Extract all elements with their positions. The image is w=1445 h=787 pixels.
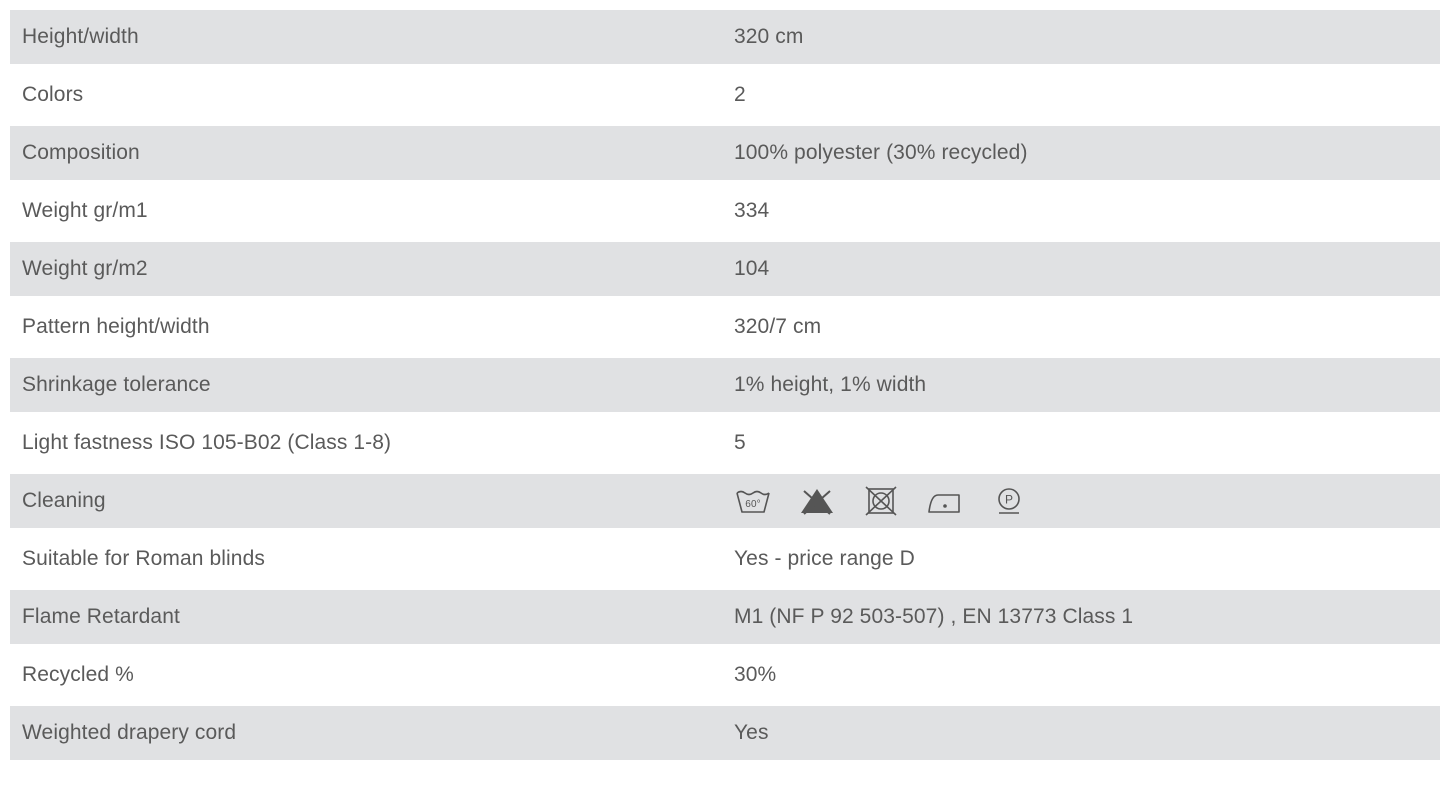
- spec-row-flame-retardant: Flame Retardant M1 (NF P 92 503-507) , E…: [10, 590, 1440, 644]
- dry-clean-letter: P: [1005, 493, 1013, 507]
- no-bleach-icon: [798, 486, 836, 516]
- spec-label: Pattern height/width: [22, 315, 210, 338]
- spec-value: 100% polyester (30% recycled): [734, 141, 1028, 164]
- care-icons: 60° P: [734, 486, 1028, 516]
- iron-low-icon: [926, 486, 964, 516]
- spec-label: Weight gr/m1: [22, 199, 148, 222]
- wash-60-icon: 60°: [734, 486, 772, 516]
- spec-label: Suitable for Roman blinds: [22, 547, 265, 570]
- spec-row-height-width: Height/width 320 cm: [10, 10, 1440, 64]
- spec-value: Yes - price range D: [734, 547, 915, 570]
- spec-label: Weighted drapery cord: [22, 721, 237, 744]
- spec-value: M1 (NF P 92 503-507) , EN 13773 Class 1: [734, 605, 1134, 628]
- wash-temp-label: 60°: [745, 499, 760, 510]
- spec-row-recycled: Recycled % 30%: [10, 648, 1440, 702]
- spec-label: Height/width: [22, 25, 139, 48]
- spec-value: 2: [734, 83, 746, 106]
- spec-label: Cleaning: [22, 489, 106, 512]
- spec-table: Height/width 320 cm Colors 2 Composition…: [10, 10, 1440, 760]
- no-tumble-dry-icon: [862, 486, 900, 516]
- spec-label: Light fastness ISO 105-B02 (Class 1-8): [22, 431, 392, 454]
- spec-value: 320 cm: [734, 25, 804, 48]
- spec-value: 320/7 cm: [734, 315, 822, 338]
- spec-row-shrinkage: Shrinkage tolerance 1% height, 1% width: [10, 358, 1440, 412]
- spec-row-light-fastness: Light fastness ISO 105-B02 (Class 1-8) 5: [10, 416, 1440, 470]
- spec-row-composition: Composition 100% polyester (30% recycled…: [10, 126, 1440, 180]
- spec-value: 1% height, 1% width: [734, 373, 927, 396]
- spec-value: 104: [734, 257, 770, 280]
- spec-row-weight-m2: Weight gr/m2 104: [10, 242, 1440, 296]
- spec-label: Weight gr/m2: [22, 257, 148, 280]
- spec-label: Recycled %: [22, 663, 134, 686]
- spec-value: 30%: [734, 663, 777, 686]
- spec-label: Shrinkage tolerance: [22, 373, 211, 396]
- spec-value: 334: [734, 199, 770, 222]
- spec-label: Composition: [22, 141, 140, 164]
- spec-label: Colors: [22, 83, 84, 106]
- spec-row-colors: Colors 2: [10, 68, 1440, 122]
- spec-row-weight-m1: Weight gr/m1 334: [10, 184, 1440, 238]
- spec-row-cleaning: Cleaning 60° P: [10, 474, 1440, 528]
- spec-value: 5: [734, 431, 746, 454]
- spec-row-pattern: Pattern height/width 320/7 cm: [10, 300, 1440, 354]
- spec-value: 60° P: [722, 486, 1440, 516]
- dry-clean-p-icon: P: [990, 486, 1028, 516]
- spec-row-roman-blinds: Suitable for Roman blinds Yes - price ra…: [10, 532, 1440, 586]
- spec-label: Flame Retardant: [22, 605, 180, 628]
- spec-row-drapery-cord: Weighted drapery cord Yes: [10, 706, 1440, 760]
- spec-value: Yes: [734, 721, 769, 744]
